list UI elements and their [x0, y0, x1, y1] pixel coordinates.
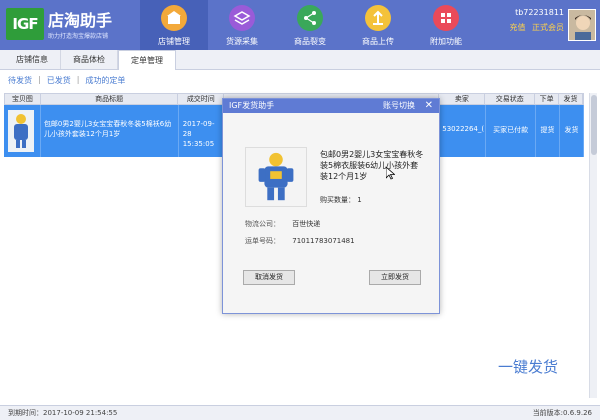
tracking-label: 运单号码： — [245, 237, 280, 245]
nav-label: 货源采集 — [226, 37, 258, 46]
dialog-product-image — [245, 147, 307, 207]
nav-label: 商品裂变 — [294, 37, 326, 46]
col-header-title: 商品标题 — [41, 94, 179, 104]
expiry-time: 到期时间：2017-10-09 21:54:55 — [8, 409, 118, 417]
member-badge: 正式会员 — [532, 23, 564, 32]
cancel-ship-button[interactable]: 取消发货 — [243, 270, 295, 285]
logo-subtitle: 助力打造淘宝爆款店铺 — [48, 33, 109, 40]
col-header-order: 下单 — [535, 94, 560, 104]
grid-icon — [433, 5, 459, 31]
row-ship-link[interactable]: 发货 — [560, 105, 584, 157]
status-bar: 到期时间：2017-10-09 21:54:55 当前版本:0.6.9.26 — [0, 405, 600, 420]
filter-shipped[interactable]: 已发货 — [47, 75, 71, 89]
col-header-ship: 发货 — [559, 94, 583, 104]
filter-separator: | — [38, 75, 41, 84]
ship-now-button[interactable]: 立即发货 — [369, 270, 421, 285]
nav-store-management[interactable]: 店铺管理 — [140, 0, 208, 50]
nav-label: 店铺管理 — [158, 37, 190, 46]
scrollbar-thumb[interactable] — [591, 95, 597, 155]
table-scrollbar[interactable] — [589, 93, 597, 398]
nav-label: 商品上传 — [362, 37, 394, 46]
quantity-label: 购买数量： — [320, 196, 355, 204]
dialog-logistics: 物流公司： 百世快递 — [245, 219, 320, 229]
col-header-status: 交易状态 — [485, 94, 536, 104]
dialog-titlebar: IGF发货助手 账号切换 ✕ — [223, 99, 439, 113]
dialog-tracking: 运单号码： 71011783071481 — [245, 236, 355, 246]
share-icon — [297, 5, 323, 31]
row-time-date: 2017-09-28 — [182, 120, 215, 138]
row-time-clock: 15:35:05 — [182, 140, 215, 148]
col-header-image: 宝贝图 — [5, 94, 41, 104]
dialog-product-name: 包邮0男2婴儿3女宝宝春秋冬装5棉衣服装6幼儿小孩外套装12个月1岁 — [320, 150, 424, 181]
ship-dialog: IGF发货助手 账号切换 ✕ 包邮0男2婴儿3女宝宝春秋冬装5棉衣服装6幼儿小孩… — [222, 98, 440, 314]
version-info: 当前版本:0.6.9.26 — [532, 409, 592, 417]
row-time-cell: 2017-09-28 15:35:05 — [179, 105, 225, 157]
filter-successful[interactable]: 成功的定单 — [85, 75, 125, 89]
tab-store-info[interactable]: 店铺信息 — [4, 50, 61, 69]
nav-extra-functions[interactable]: 附加功能 — [412, 0, 480, 50]
main-nav: 店铺管理 货源采集 商品裂变 商品上传 附加功能 — [140, 0, 480, 50]
mouse-cursor-icon — [385, 166, 396, 182]
row-thumbnail-cell — [5, 105, 41, 157]
one-click-ship-label: 一键发货 — [498, 358, 559, 376]
col-header-time: 成交时间 — [178, 94, 225, 104]
dialog-title: IGF发货助手 — [229, 101, 275, 110]
filter-pending-ship[interactable]: 待发货 — [8, 75, 32, 89]
logistics-label: 物流公司： — [245, 220, 280, 228]
row-buyer: 53022264_( — [440, 105, 487, 157]
order-filters: 待发货 | 已发货 | 成功的定单 — [8, 75, 125, 89]
filter-separator: | — [76, 75, 80, 84]
upload-icon — [365, 5, 391, 31]
nav-label: 附加功能 — [430, 37, 462, 46]
logo-mark: IGF — [6, 8, 44, 40]
nav-source-collect[interactable]: 货源采集 — [208, 0, 276, 50]
layers-icon — [229, 5, 255, 31]
logo-title: 店淘助手 — [48, 11, 113, 30]
dialog-quantity: 购买数量： 1 — [320, 195, 362, 205]
product-thumbnail — [8, 110, 34, 152]
tracking-value: 71011783071481 — [292, 237, 355, 245]
switch-account-link[interactable]: 账号切换 — [383, 99, 415, 113]
avatar[interactable] — [568, 9, 596, 41]
close-icon[interactable]: ✕ — [425, 99, 433, 113]
sub-tabs: 店铺信息 商品体检 定单管理 — [0, 50, 600, 70]
tab-order-management[interactable]: 定单管理 — [118, 50, 176, 70]
row-product-title: 包邮0男2婴儿3女宝宝春秋冬装5棉袄6幼儿小孩外套装12个月1岁 — [41, 105, 179, 157]
col-header-seller: 卖家 — [439, 94, 486, 104]
app-header: IGF 店淘助手 助力打造淘宝爆款店铺 店铺管理 货源采集 商品裂变 商品上传 … — [0, 0, 600, 50]
store-icon — [161, 5, 187, 31]
quantity-value: 1 — [357, 196, 362, 204]
tab-product-check[interactable]: 商品体检 — [61, 50, 118, 69]
row-status: 买家已付款 — [486, 105, 537, 157]
nav-product-fission[interactable]: 商品裂变 — [276, 0, 344, 50]
user-info: tb72231811 充值 正式会员 — [509, 8, 564, 33]
logistics-value: 百世快递 — [292, 220, 321, 228]
row-order-link[interactable]: 提货 — [536, 105, 561, 157]
app-logo: IGF 店淘助手 助力打造淘宝爆款店铺 — [6, 4, 136, 46]
user-name: tb72231811 — [515, 8, 564, 17]
recharge-link[interactable]: 充值 — [509, 23, 525, 32]
nav-product-upload[interactable]: 商品上传 — [344, 0, 412, 50]
